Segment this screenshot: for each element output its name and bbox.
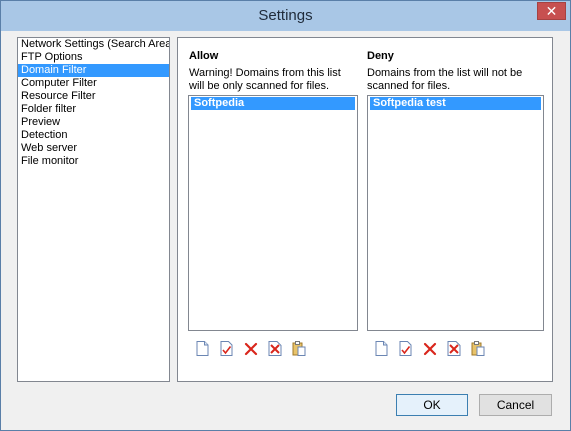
allow-list[interactable]: Softpedia [188, 95, 358, 331]
allow-description-line2: will be only scanned for files. [189, 80, 330, 92]
edit-document-icon[interactable] [219, 341, 234, 356]
settings-category-list[interactable]: Network Settings (Search Area FTP Option… [17, 37, 170, 382]
list-item[interactable]: Softpedia [191, 97, 355, 110]
allow-description: Warning! Domains from this list will be … [189, 67, 359, 93]
sidebar-item-preview[interactable]: Preview [18, 116, 169, 129]
deny-list[interactable]: Softpedia test [367, 95, 544, 331]
list-item[interactable]: Softpedia test [370, 97, 541, 110]
cancel-button[interactable]: Cancel [479, 394, 552, 416]
delete-icon[interactable] [243, 341, 258, 356]
allow-toolbar [195, 341, 306, 356]
edit-document-icon[interactable] [398, 341, 413, 356]
domain-filter-panel: Allow Warning! Domains from this list wi… [177, 37, 553, 382]
new-document-icon[interactable] [195, 341, 210, 356]
close-icon: ✕ [545, 3, 558, 19]
deny-description: Domains from the list will not be scanne… [367, 67, 542, 93]
paste-icon[interactable] [291, 341, 306, 356]
delete-all-icon[interactable] [446, 341, 461, 356]
sidebar-item-domain-filter[interactable]: Domain Filter [18, 64, 169, 77]
window-title: Settings [258, 7, 313, 24]
sidebar-item-detection[interactable]: Detection [18, 129, 169, 142]
sidebar-item-web-server[interactable]: Web server [18, 142, 169, 155]
sidebar-item-folder-filter[interactable]: Folder filter [18, 103, 169, 116]
new-document-icon[interactable] [374, 341, 389, 356]
sidebar-item-ftp-options[interactable]: FTP Options [18, 51, 169, 64]
deny-description-line1: Domains from the list will not be [367, 67, 523, 79]
allow-description-line1: Warning! Domains from this list [189, 67, 341, 79]
delete-all-icon[interactable] [267, 341, 282, 356]
sidebar-item-computer-filter[interactable]: Computer Filter [18, 77, 169, 90]
ok-button[interactable]: OK [396, 394, 468, 416]
close-button[interactable]: ✕ [537, 2, 566, 20]
paste-icon[interactable] [470, 341, 485, 356]
deny-toolbar [374, 341, 485, 356]
sidebar-item-file-monitor[interactable]: File monitor [18, 155, 169, 168]
delete-icon[interactable] [422, 341, 437, 356]
deny-description-line2: scanned for files. [367, 80, 451, 92]
sidebar-item-resource-filter[interactable]: Resource Filter [18, 90, 169, 103]
sidebar-item-network-settings[interactable]: Network Settings (Search Area [18, 38, 169, 51]
deny-title: Deny [367, 50, 394, 62]
allow-title: Allow [189, 50, 219, 62]
settings-window: Settings ✕ Network Settings (Search Area… [0, 0, 571, 431]
title-bar[interactable]: Settings ✕ [1, 1, 570, 31]
